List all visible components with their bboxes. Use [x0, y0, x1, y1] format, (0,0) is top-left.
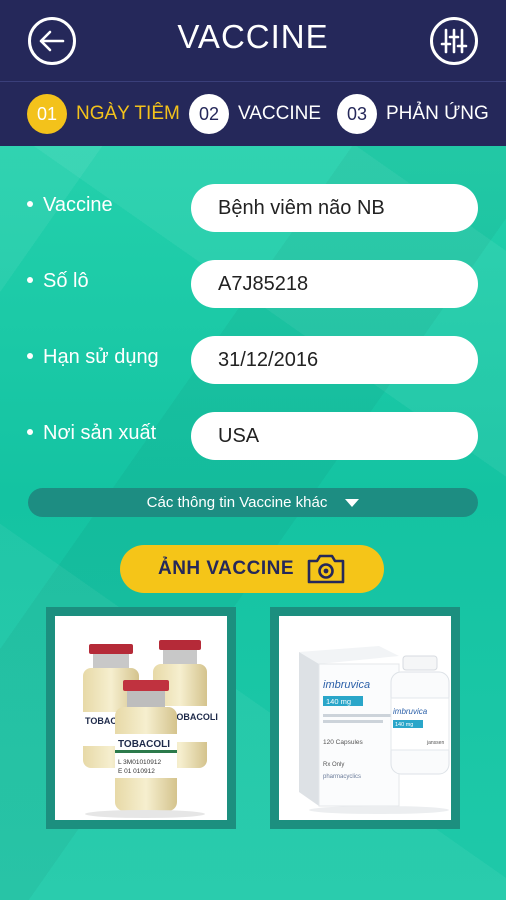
vial-brand-text-front: TOBACOLI [118, 739, 170, 750]
tobacoli-vials-image: TOBACOLI TOBACOLI TOBACOLI L 3M01010912 … [55, 616, 227, 820]
step-indicator: 01 NGÀY TIÊM 02 VACCINE 03 PHẢN ỨNG [0, 82, 506, 146]
more-info-label: Các thông tin Vaccine khác [146, 494, 328, 511]
camera-icon [307, 554, 345, 584]
origin-input[interactable] [191, 412, 478, 460]
step-number: 03 [337, 94, 377, 134]
expiry-input[interactable] [191, 336, 478, 384]
step-1[interactable]: 01 NGÀY TIÊM [27, 94, 180, 134]
imbruvica-box-image: imbruvica 140 mg 120 Capsules Rx Only ph… [279, 616, 451, 820]
bottle-brand-text: imbruvica [393, 707, 428, 716]
origin-label: Nơi sản xuất [27, 422, 156, 445]
vial-lot-text: L 3M01010912 [118, 759, 162, 766]
vial-lot-text-2: E 01 010912 [118, 768, 155, 775]
photo-button-label: ẢNH VACCINE [157, 558, 295, 579]
bottle-maker-text: janssen [426, 740, 444, 746]
bottle-strength-text: 140 mg [395, 722, 413, 728]
vaccine-input[interactable] [191, 184, 478, 232]
vial-brand-text-2: TOBACOLI [171, 712, 218, 722]
expiry-label: Hạn sử dụng [27, 346, 159, 369]
box-brand-text: imbruvica [323, 679, 370, 691]
step-3[interactable]: 03 PHẢN ỨNG [337, 94, 489, 134]
sliders-icon [440, 28, 468, 54]
step-label: VACCINE [238, 103, 322, 124]
step-2[interactable]: 02 VACCINE [189, 94, 321, 134]
box-maker-text: pharmacyclics [323, 774, 361, 780]
lot-input[interactable] [191, 260, 478, 308]
lot-row: Số lô [0, 260, 506, 308]
step-label: NGÀY TIÊM [76, 103, 180, 124]
expiry-row: Hạn sử dụng [0, 336, 506, 384]
box-capsules-text: 120 Capsules [323, 739, 363, 746]
step-number: 02 [189, 94, 229, 134]
vaccine-photo-button[interactable]: ẢNH VACCINE [120, 545, 384, 593]
vials-illustration: TOBACOLI TOBACOLI TOBACOLI L 3M01010912 … [83, 640, 218, 818]
app-screen: VACCINE 01 NGÀY TIÊM 02 VACCINE 03 PHẢN … [0, 0, 506, 900]
more-info-toggle[interactable]: Các thông tin Vaccine khác [28, 488, 478, 517]
vaccine-photo-2[interactable]: imbruvica 140 mg 120 Capsules Rx Only ph… [270, 607, 460, 829]
vaccine-row: Vaccine [0, 184, 506, 232]
app-header: VACCINE [0, 0, 506, 82]
box-rx-text: Rx Only [323, 762, 344, 768]
box-strength-text: 140 mg [326, 697, 351, 706]
origin-row: Nơi sản xuất [0, 412, 506, 460]
step-label: PHẢN ỨNG [386, 103, 489, 124]
vaccine-photo-1[interactable]: TOBACOLI TOBACOLI TOBACOLI L 3M01010912 … [46, 607, 236, 829]
filter-button[interactable] [430, 17, 478, 65]
box-illustration: imbruvica 140 mg 120 Capsules Rx Only ph… [299, 646, 450, 814]
vaccine-label: Vaccine [27, 194, 113, 217]
chevron-down-icon [345, 498, 360, 507]
step-number: 01 [27, 94, 67, 134]
lot-label: Số lô [27, 270, 89, 293]
